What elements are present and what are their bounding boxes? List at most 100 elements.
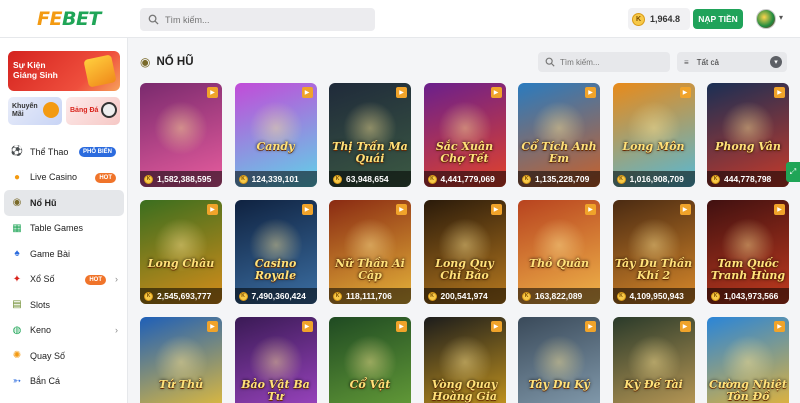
christmas-event-banner[interactable]: Sự Kiện Giáng Sinh	[8, 51, 120, 91]
play-icon[interactable]: ▶	[396, 204, 407, 215]
avatar[interactable]	[756, 9, 776, 29]
game-card[interactable]: ▶ Tây Du Thần Khí 2 K 4,109,950,943	[612, 200, 695, 304]
gift-icon	[83, 54, 117, 88]
jackpot-bar: K 118,111,706	[329, 288, 411, 304]
play-icon[interactable]: ▶	[301, 87, 313, 98]
lottery-icon: ✦	[12, 273, 22, 285]
jackpot-bar: K 63,948,654	[329, 171, 411, 187]
game-card[interactable]: ▶ Tam Quốc Tranh Hùng K 1,043,973,566	[707, 200, 789, 304]
jackpot-pot-icon: ◉	[12, 197, 22, 209]
promotions-label: Khuyến Mãi	[12, 103, 38, 118]
game-card[interactable]: ▶ Bảo Vật Ba Tư	[234, 317, 317, 403]
sidebar-item-label: Bắn Cá	[30, 376, 61, 387]
game-title: Phong Vân	[715, 140, 781, 153]
jackpot-amount: 2,545,693,777	[157, 291, 212, 301]
game-card[interactable]: ▶ K 1,582,388,595	[140, 83, 222, 187]
play-icon[interactable]: ▶	[679, 204, 691, 215]
game-card[interactable]: ▶ Thỏ Quân K 163,822,089	[518, 200, 600, 304]
soccer-ball-icon	[101, 102, 117, 118]
game-card[interactable]: ▶ Kỳ Đế Tài	[612, 317, 695, 403]
coin-icon: K	[522, 174, 531, 184]
game-title: Long Môn	[622, 140, 685, 153]
chevron-down-icon[interactable]: ▾	[779, 13, 783, 22]
deposit-button[interactable]: NẠP TIỀN	[693, 9, 743, 29]
play-icon[interactable]: ▶	[301, 204, 313, 215]
play-icon[interactable]: ▶	[490, 321, 502, 332]
play-icon[interactable]: ▶	[774, 204, 785, 215]
jackpot-amount: 1,016,908,709	[629, 174, 684, 184]
expand-icon[interactable]: ⤢	[786, 162, 800, 182]
play-icon[interactable]: ▶	[396, 87, 407, 98]
game-card[interactable]: ▶ Nữ Thần Ai Cập K 118,111,706	[329, 200, 411, 304]
soccer-banner[interactable]: Bảng Đá	[66, 97, 120, 125]
promotions-banner[interactable]: Khuyến Mãi	[8, 97, 62, 125]
game-card[interactable]: ▶ Sắc Xuân Chợ Tết K 4,441,779,069	[423, 83, 506, 187]
game-card[interactable]: ▶ Phong Vân K 444,778,798	[707, 83, 789, 187]
play-icon[interactable]: ▶	[585, 87, 596, 98]
chevron-down-icon[interactable]: ▾	[770, 56, 782, 68]
page-title: NỔ HŨ	[156, 56, 194, 68]
sidebar-item-spin[interactable]: ✺ Quay Số	[4, 343, 124, 369]
play-icon[interactable]: ▶	[679, 321, 691, 332]
game-card[interactable]: ▶ Cường Nhiệt Tôn Đồ	[707, 317, 789, 403]
jackpot-amount: 1,582,388,595	[157, 174, 212, 184]
game-title: Long Quy Chi Bảo	[435, 257, 494, 282]
fe-bet-logo[interactable]: FEBET	[37, 8, 101, 30]
game-card[interactable]: ▶ Tây Du Ký	[518, 317, 600, 403]
play-icon[interactable]: ▶	[207, 87, 218, 98]
game-card[interactable]: ▶ Tứ Thủ	[140, 317, 222, 403]
jackpot-bar: K 1,043,973,566	[707, 288, 789, 304]
game-card[interactable]: ▶ Long Châu K 2,545,693,777	[140, 200, 222, 304]
sidebar-item-table-games[interactable]: ▦ Table Games	[4, 216, 124, 242]
top-header: FEBET K 1,964.8 NẠP TIỀN ▾	[0, 0, 800, 38]
game-title: Vòng Quay Hoàng Gia	[431, 378, 498, 403]
jackpot-bar: K 4,441,779,069	[423, 171, 506, 187]
game-search-box[interactable]	[538, 52, 670, 72]
sidebar-item-sports[interactable]: ⚽ Thể Thao PHỔ BIẾN	[4, 139, 124, 165]
play-icon[interactable]: ▶	[490, 204, 502, 215]
play-icon[interactable]: ▶	[585, 204, 596, 215]
game-card[interactable]: ▶ Thị Trấn Ma Quái K 63,948,654	[329, 83, 411, 187]
sidebar-item-keno[interactable]: ◍ Keno ›	[4, 318, 124, 344]
sidebar-item-slots[interactable]: ▤ Slots	[4, 292, 124, 318]
play-icon[interactable]: ▶	[396, 321, 407, 332]
coin-icon: K	[711, 174, 720, 184]
game-card[interactable]: ▶ Long Quy Chi Bảo K 200,541,974	[423, 200, 506, 304]
play-icon[interactable]: ▶	[679, 87, 691, 98]
game-title: Nữ Thần Ai Cập	[335, 257, 405, 282]
coin-icon: K	[144, 291, 153, 301]
jackpot-bar: K 200,541,974	[423, 288, 506, 304]
sidebar-item-fishing[interactable]: ➳ Bắn Cá	[4, 369, 124, 395]
game-card[interactable]: ▶ Cổ Tích Anh Em K 1,135,228,709	[518, 83, 600, 187]
game-search-input[interactable]	[560, 57, 660, 67]
game-card[interactable]: ▶ Vòng Quay Hoàng Gia	[423, 317, 506, 403]
game-card[interactable]: ▶ Casino Royale K 7,490,360,424	[234, 200, 317, 304]
chevron-right-icon[interactable]: ›	[115, 274, 118, 284]
coin-icon: K	[144, 174, 153, 184]
game-card[interactable]: ▶ Long Môn K 1,016,908,709	[612, 83, 695, 187]
chevron-right-icon[interactable]: ›	[115, 325, 118, 335]
sidebar-item-card-games[interactable]: ♠ Game Bài	[4, 241, 124, 267]
play-icon[interactable]: ▶	[207, 321, 218, 332]
cards-icon: ♠	[14, 248, 20, 260]
play-icon[interactable]: ▶	[490, 87, 502, 98]
spin-wheel-icon: ✺	[12, 350, 22, 362]
christmas-event-label: Sự Kiện Giáng Sinh	[13, 60, 58, 80]
header-search-input[interactable]	[165, 14, 355, 25]
sidebar-item-jackpot[interactable]: ◉ Nổ Hũ	[4, 190, 124, 216]
play-icon[interactable]: ▶	[301, 321, 313, 332]
header-search-box[interactable]	[140, 8, 375, 31]
sidebar-item-lottery[interactable]: ✦ Xổ Số HOT ›	[4, 267, 124, 293]
game-title: Casino Royale	[254, 257, 297, 282]
play-icon[interactable]: ▶	[774, 87, 785, 98]
game-card[interactable]: ▶ Cổ Vật	[329, 317, 411, 403]
hot-badge: HOT	[95, 172, 116, 183]
play-icon[interactable]: ▶	[585, 321, 596, 332]
section-header: ◉ NỔ HŨ	[140, 52, 194, 72]
game-card[interactable]: ▶ Candy K 124,339,101	[234, 83, 317, 187]
play-icon[interactable]: ▶	[207, 204, 218, 215]
game-title: Cổ Vật	[349, 378, 391, 391]
sidebar-item-live-casino[interactable]: ● Live Casino HOT	[4, 165, 124, 191]
provider-filter-select[interactable]: ≡ Tất cả ▾	[677, 52, 787, 72]
play-icon[interactable]: ▶	[774, 321, 785, 332]
